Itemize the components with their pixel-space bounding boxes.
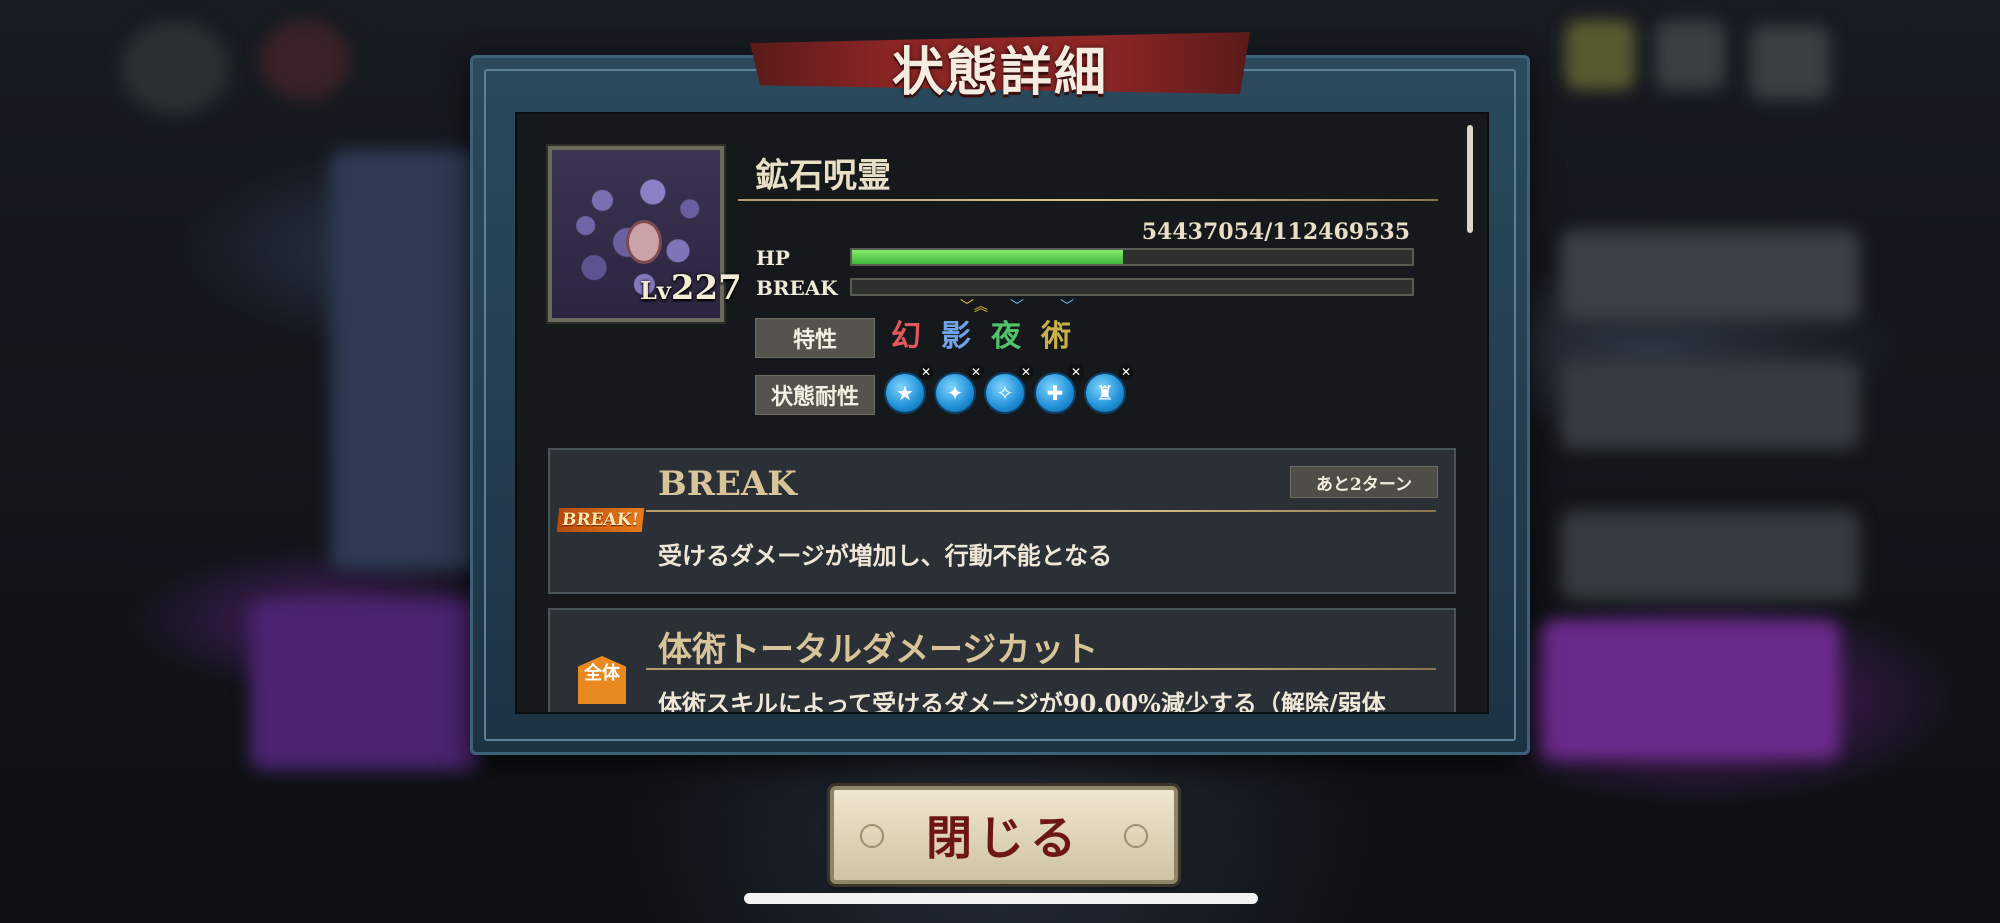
trait-icon[interactable]: 術 bbox=[1034, 315, 1078, 359]
break-label: BREAK bbox=[756, 276, 838, 300]
all-buff-icon: 全体 bbox=[578, 656, 626, 704]
immune-x-icon: ✕ bbox=[968, 364, 984, 380]
name-divider bbox=[738, 199, 1438, 201]
effect-divider bbox=[646, 510, 1436, 512]
break-badge-icon: BREAK! bbox=[556, 508, 645, 532]
effect-description: 受けるダメージが増加し、行動不能となる bbox=[658, 541, 1113, 570]
scrollbar[interactable] bbox=[1467, 125, 1473, 233]
immune-x-icon: ✕ bbox=[1118, 364, 1134, 380]
close-button-label: 閉じる bbox=[926, 811, 1082, 865]
enemy-level: Lv227 bbox=[640, 268, 742, 308]
effect-turns: あと2ターン bbox=[1290, 466, 1438, 498]
home-indicator[interactable] bbox=[744, 893, 1258, 904]
status-resist-icon-4[interactable]: ✚ ✕ bbox=[1034, 364, 1084, 414]
resistances-label: 状態耐性 bbox=[755, 375, 875, 415]
curse-face bbox=[626, 220, 662, 264]
ornament-icon bbox=[860, 824, 884, 848]
effect-clip: 全体 体術トータルダメージカット 体術スキルによって受けるダメージが90.00%… bbox=[515, 600, 1485, 712]
hp-bar bbox=[850, 248, 1414, 266]
level-number: 227 bbox=[670, 268, 742, 308]
effect-break[interactable]: BREAK! BREAK あと2ターン 受けるダメージが増加し、行動不能となる bbox=[548, 448, 1456, 594]
effect-divider bbox=[646, 668, 1436, 670]
status-resist-icon-3[interactable]: ✧ ✕ bbox=[984, 364, 1034, 414]
immune-x-icon: ✕ bbox=[1068, 364, 1084, 380]
status-resist-icon-5[interactable]: ♜ ✕ bbox=[1084, 364, 1134, 414]
trait-chevron-icon: ﹀ bbox=[1060, 299, 1074, 315]
close-button[interactable]: 閉じる bbox=[830, 786, 1178, 884]
status-resist-icon-1[interactable]: ★ ✕ bbox=[884, 364, 934, 414]
trait-chevron-icon: ﹀︽ bbox=[960, 299, 988, 315]
traits-label: 特性 bbox=[755, 318, 875, 358]
break-bar bbox=[850, 278, 1414, 296]
effect-name: 体術トータルダメージカット bbox=[658, 630, 1099, 670]
level-prefix: Lv bbox=[640, 276, 671, 305]
hp-value: 54437054/112469535 bbox=[1141, 219, 1410, 245]
effect-martial-damage-cut[interactable]: 全体 体術トータルダメージカット 体術スキルによって受けるダメージが90.00%… bbox=[548, 608, 1456, 712]
immune-x-icon: ✕ bbox=[918, 364, 934, 380]
hp-bar-fill bbox=[852, 250, 1124, 264]
trait-chevron-icon: ﹀ bbox=[1010, 299, 1024, 315]
enemy-name: 鉱石呪霊 bbox=[755, 156, 891, 196]
effect-description: 体術スキルによって受けるダメージが90.00%減少する（解除/弱体 bbox=[658, 689, 1386, 712]
effect-name: BREAK bbox=[658, 464, 797, 504]
trait-icon[interactable]: 夜 bbox=[984, 315, 1028, 359]
ornament-icon bbox=[1124, 824, 1148, 848]
dialog-title: 状態詳細 bbox=[891, 42, 1108, 103]
hp-label: HP bbox=[756, 246, 790, 270]
trait-icon[interactable]: 影 bbox=[934, 315, 978, 359]
immune-x-icon: ✕ bbox=[1018, 364, 1034, 380]
trait-icon[interactable]: 幻 bbox=[884, 315, 928, 359]
status-resist-icon-2[interactable]: ✦ ✕ bbox=[934, 364, 984, 414]
